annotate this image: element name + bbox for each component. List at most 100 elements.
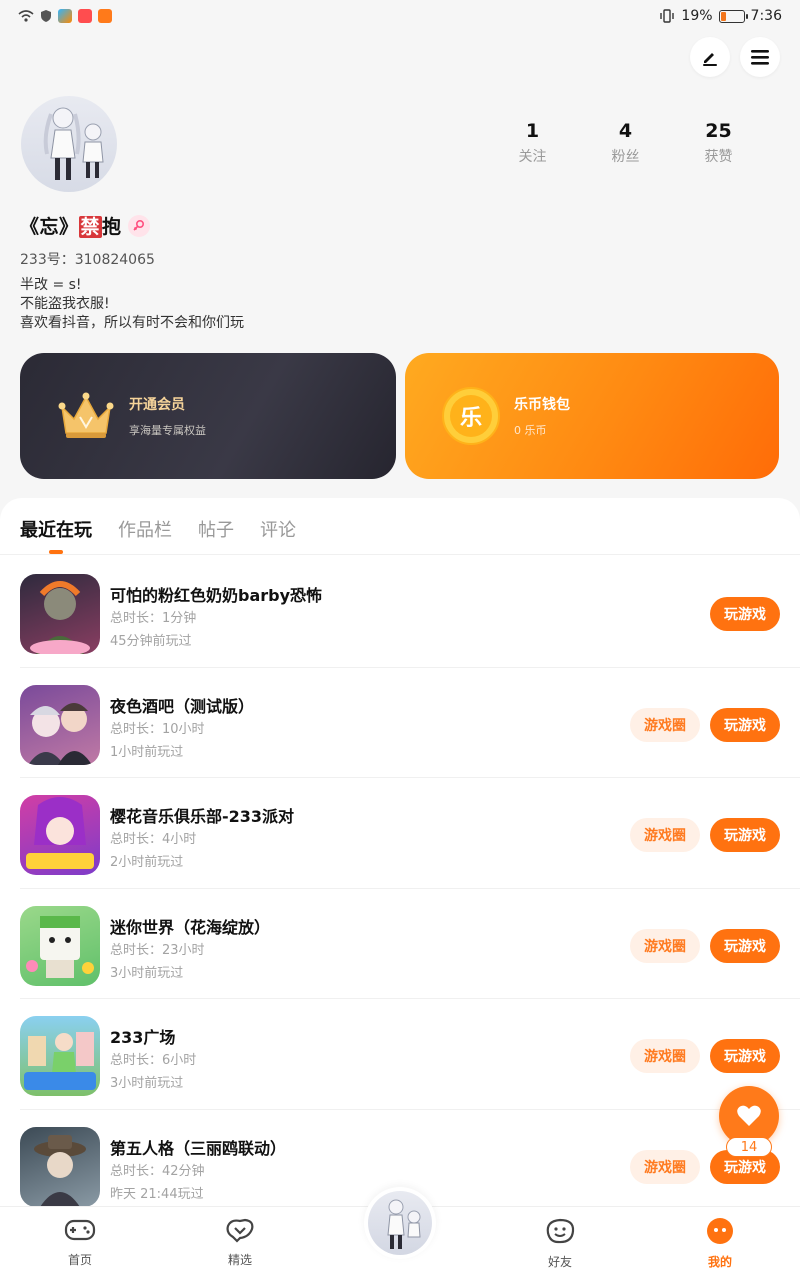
nav-item-featured[interactable]: 精选 (200, 1217, 280, 1268)
stat-following[interactable]: 1 关注 (486, 120, 579, 166)
list-item[interactable]: 可怕的粉红色奶奶barby恐怖 总时长：1分钟 45分钟前玩过 玩游戏 (20, 557, 800, 668)
bio: 半改 = s! 不能盗我衣服! 喜欢看抖音，所以有时不会和你们玩 (20, 276, 244, 333)
stat-value: 4 (618, 120, 633, 142)
nav-item-friends[interactable]: 好友 (520, 1217, 600, 1270)
list-item[interactable]: 迷你世界（花海绽放） 总时长：23小时 3小时前玩过 游戏圈 玩游戏 (20, 889, 800, 999)
tab-label: 作品栏 (118, 520, 172, 541)
game-name: 樱花音乐俱乐部-233派对 (110, 807, 295, 826)
nickname-suffix: 抱 (102, 216, 122, 238)
avatar (368, 1191, 432, 1255)
game-icon (20, 795, 100, 875)
edit-pen-icon (703, 53, 717, 66)
nav-center-avatar-button[interactable] (364, 1187, 436, 1259)
vip-card-subtitle: 享海量专属权益 (129, 424, 206, 437)
stat-likes[interactable]: 25 获赞 (672, 120, 765, 166)
game-circle-button[interactable]: 游戏圈 (630, 707, 700, 742)
app-notification-icon (98, 9, 112, 23)
vip-card-title: 开通会员 (129, 397, 185, 413)
nickname-prefix: 《忘》 (20, 216, 79, 238)
nickname-row: 《忘》禁抱 (20, 212, 150, 239)
heart-chat-icon (226, 1218, 254, 1243)
play-game-button[interactable]: 玩游戏 (710, 707, 780, 742)
nav-item-me[interactable]: 我的 (680, 1217, 760, 1270)
game-circle-button[interactable]: 游戏圈 (630, 818, 700, 852)
stat-label: 获赞 (704, 149, 733, 165)
game-duration: 总时长：23小时 (110, 942, 205, 958)
tab-posts[interactable]: 帖子 (198, 516, 234, 542)
game-last-played: 昨天 21:44玩过 (110, 1186, 204, 1202)
gamepad-icon (64, 1219, 96, 1241)
game-last-played: 1小时前玩过 (110, 744, 184, 760)
tab-recently-played[interactable]: 最近在玩 (20, 516, 92, 554)
game-icon (20, 684, 100, 765)
crown-icon (56, 386, 116, 446)
coin-char: 乐 (460, 406, 482, 431)
game-name: 可怕的粉红色奶奶barby恐怖 (110, 586, 323, 605)
tab-label: 帖子 (198, 520, 234, 541)
game-last-played: 3小时前玩过 (110, 965, 184, 981)
avatar[interactable] (21, 96, 117, 192)
stat-value: 25 (705, 120, 732, 142)
content-panel: 最近在玩 作品栏 帖子 评论 可怕的粉红色奶奶barby恐怖 总时长：1分钟 4… (0, 498, 800, 1280)
game-duration: 总时长：1分钟 (110, 611, 197, 626)
game-circle-button[interactable]: 游戏圈 (630, 928, 700, 963)
game-last-played: 45分钟前玩过 (110, 634, 192, 649)
shield-icon (41, 10, 51, 22)
tab-works[interactable]: 作品栏 (118, 516, 172, 542)
wifi-icon (18, 10, 34, 22)
status-bar: 19% 7:36 (0, 0, 800, 32)
edit-profile-button[interactable] (690, 37, 730, 77)
bio-line: 喜欢看抖音，所以有时不会和你们玩 (20, 315, 244, 331)
smile-face-icon (546, 1218, 575, 1244)
nickname: 《忘》禁抱 (20, 212, 122, 239)
stat-fans[interactable]: 4 粉丝 (579, 120, 672, 166)
divider (0, 554, 800, 555)
nav-label: 好友 (547, 1255, 572, 1269)
app-notification-icon (58, 9, 72, 23)
play-game-button[interactable]: 玩游戏 (710, 1039, 780, 1073)
list-item[interactable]: 233广场 总时长：6小时 3小时前玩过 游戏圈 玩游戏 (20, 999, 800, 1110)
list-item[interactable]: 樱花音乐俱乐部-233派对 总时长：4小时 2小时前玩过 游戏圈 玩游戏 (20, 778, 800, 889)
stat-value: 1 (525, 120, 540, 142)
nav-label: 我的 (707, 1255, 732, 1269)
bio-line: 半改 = s! (20, 277, 82, 293)
heart-icon (737, 1105, 761, 1126)
game-icon (20, 905, 100, 986)
tab-comments[interactable]: 评论 (260, 516, 296, 542)
stat-label: 关注 (518, 149, 547, 165)
vip-membership-card[interactable]: 开通会员 享海量专属权益 (20, 353, 396, 479)
clock: 7:36 (750, 8, 782, 24)
game-icon (20, 574, 100, 654)
play-game-button[interactable]: 玩游戏 (710, 928, 780, 963)
game-name: 233广场 (110, 1028, 176, 1047)
coin-icon: 乐 (441, 386, 501, 446)
app-notification-icon (78, 9, 92, 23)
game-duration: 总时长：6小时 (110, 1053, 197, 1068)
play-game-button[interactable]: 玩游戏 (710, 818, 780, 852)
play-game-button[interactable]: 玩游戏 (710, 597, 780, 631)
game-list: 可怕的粉红色奶奶barby恐怖 总时长：1分钟 45分钟前玩过 玩游戏 夜色酒吧… (0, 557, 800, 1220)
game-icon (20, 1016, 100, 1096)
game-duration: 总时长：4小时 (110, 832, 197, 847)
game-last-played: 3小时前玩过 (110, 1076, 184, 1091)
game-circle-button[interactable]: 游戏圈 (630, 1039, 700, 1073)
list-item[interactable]: 夜色酒吧（测试版） 总时长：10小时 1小时前玩过 游戏圈 玩游戏 (20, 668, 800, 778)
game-icon (20, 1126, 100, 1207)
game-circle-button[interactable]: 游戏圈 (630, 1149, 700, 1184)
user-id: 233号：310824065 (20, 252, 155, 268)
favorite-count-badge: 14 (726, 1137, 772, 1157)
status-icons (18, 9, 112, 23)
wallet-card[interactable]: 乐 乐币钱包 0 乐币 (405, 353, 779, 479)
nav-item-home[interactable]: 首页 (40, 1217, 120, 1268)
hamburger-menu-icon (751, 50, 769, 65)
bio-line: 不能盗我衣服! (20, 296, 110, 312)
wallet-card-title: 乐币钱包 (514, 397, 570, 413)
profile-stats: 1 关注 4 粉丝 25 获赞 (486, 120, 766, 166)
game-name: 夜色酒吧（测试版） (110, 696, 255, 716)
game-duration: 总时长：10小时 (110, 721, 205, 737)
game-duration: 总时长：42分钟 (110, 1163, 205, 1179)
avatar-image (43, 107, 104, 180)
nav-label: 首页 (67, 1253, 92, 1267)
tab-bar: 最近在玩 作品栏 帖子 评论 (20, 516, 296, 554)
menu-button[interactable] (740, 37, 780, 77)
